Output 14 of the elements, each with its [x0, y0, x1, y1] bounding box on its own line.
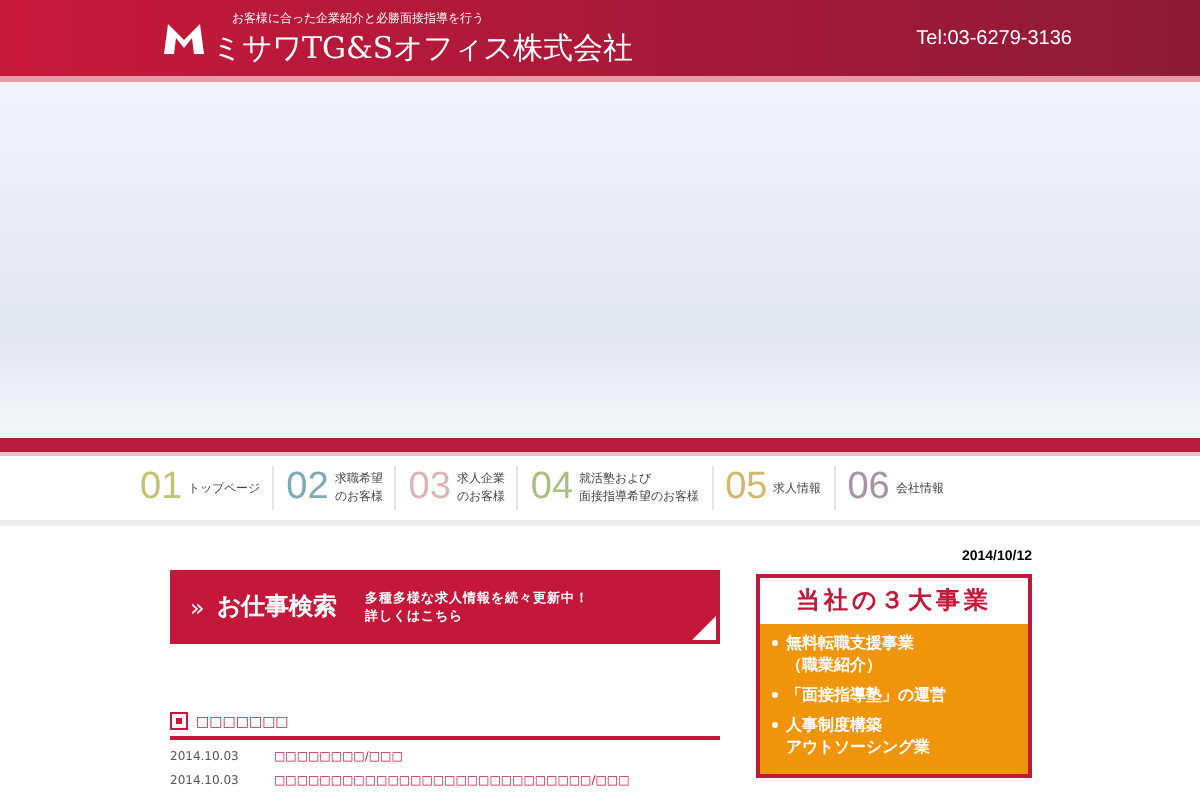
phone-number: Tel:03-6279-3136 [916, 27, 1072, 49]
bullet-icon [772, 692, 778, 698]
logo-icon [160, 18, 208, 58]
business-item: アウトソーシング業 [786, 736, 930, 758]
bullet-icon [772, 722, 778, 728]
company-name: ミサワTG&Sオフィス株式会社 [212, 27, 634, 67]
business-title: 当社の３大事業 [760, 578, 1028, 624]
business-item: （職業紹介） [786, 654, 882, 676]
business-item: 「面接指導塾」の運営 [786, 684, 946, 706]
business-item: 人事制度構築 [786, 714, 882, 736]
bullet-icon [772, 640, 778, 646]
square-icon [170, 712, 188, 730]
business-item: 無料転職支援事業 [786, 632, 914, 654]
corner-arrow-icon [692, 616, 716, 640]
